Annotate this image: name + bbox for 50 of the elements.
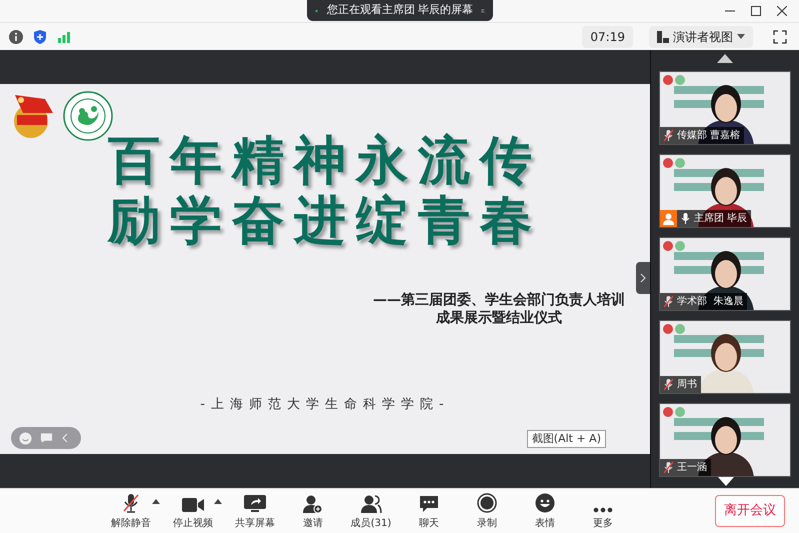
chevron-right-icon xyxy=(640,273,646,283)
slide-subtitle-line: ——第三届团委、学生会部门负责人培训 xyxy=(373,291,625,309)
mic-muted-icon xyxy=(664,296,673,307)
view-button[interactable]: 演讲者视图 xyxy=(649,26,753,48)
scroll-up-icon[interactable] xyxy=(717,54,733,63)
slide-title-line: 励学奋进绽青春 xyxy=(108,191,542,251)
slide-subtitle-line: 成果展示暨结业仪式 xyxy=(436,309,562,327)
camera-icon xyxy=(182,497,204,513)
slide-footer: -上海师范大学生命科学学院- xyxy=(200,395,450,414)
record-icon xyxy=(477,493,497,513)
mic-muted-icon xyxy=(664,462,673,473)
share-screen-icon xyxy=(244,495,266,513)
toolbar-button[interactable]: 解除静音 xyxy=(106,491,156,531)
toolbar-button[interactable]: 录制 xyxy=(462,491,512,531)
shield-icon[interactable] xyxy=(32,28,48,44)
people-icon xyxy=(360,495,382,513)
leave-button[interactable]: 离开会议 xyxy=(715,495,785,527)
close-icon[interactable] xyxy=(777,6,787,16)
mic-muted-icon xyxy=(664,130,673,141)
banner-text: 您正在观看主席团 毕辰的屏幕 xyxy=(326,2,474,18)
screenshot-hint: 截图(Alt + A) xyxy=(526,430,606,448)
toolbar-button[interactable]: 更多 xyxy=(578,491,628,531)
info-icon[interactable] xyxy=(8,28,24,44)
meeting-timer: 07:19 xyxy=(582,26,633,48)
smiley-icon xyxy=(535,493,555,513)
add-person-icon xyxy=(303,495,323,513)
caret-up-icon[interactable] xyxy=(152,499,160,504)
mic-muted-icon xyxy=(664,379,673,390)
layout-icon xyxy=(657,30,669,42)
mic-muted-icon xyxy=(122,493,140,513)
mic-icon xyxy=(681,213,690,224)
toolbar-button[interactable]: 表情 xyxy=(520,491,570,531)
maximize-icon[interactable] xyxy=(751,6,761,16)
toolbar-button[interactable]: 聊天 xyxy=(404,491,454,531)
chat-icon xyxy=(419,495,439,513)
name-label: 王一涵 xyxy=(660,459,711,476)
toolbar-button[interactable]: 共享屏幕 xyxy=(230,491,280,531)
caret-icon xyxy=(737,34,745,39)
toolbar-button[interactable]: 邀请 xyxy=(288,491,338,531)
fullscreen-icon[interactable] xyxy=(773,30,787,44)
caret-up-icon[interactable] xyxy=(214,499,222,504)
name-label: 主席团 毕辰 xyxy=(677,210,752,227)
more-icon xyxy=(593,507,613,513)
toolbar-button[interactable]: 成员(31) xyxy=(346,491,396,531)
name-label: 学术部 朱逸晨 xyxy=(660,293,748,310)
slide-title-line: 百年精神永流传 xyxy=(108,131,542,191)
name-label: 传媒部 曹嘉榕 xyxy=(660,127,744,144)
panel-toggle[interactable] xyxy=(636,262,650,294)
name-label: 周书 xyxy=(660,376,701,393)
toolbar-button[interactable]: 停止视频 xyxy=(168,491,218,531)
